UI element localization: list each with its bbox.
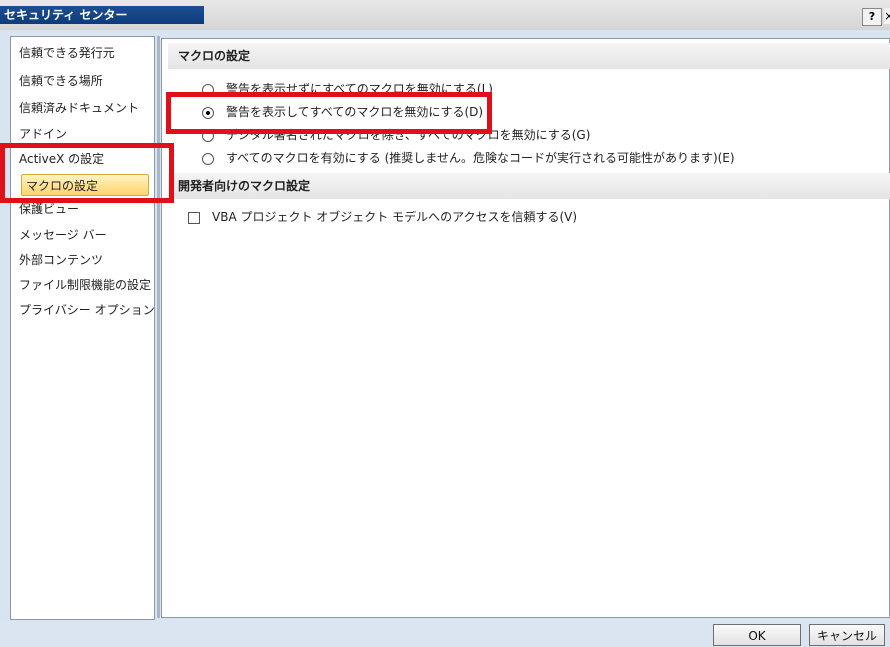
sidebar-item-file-block[interactable]: ファイル制限機能の設定	[19, 275, 152, 295]
sidebar-item-privacy-options[interactable]: プライバシー オプション	[19, 300, 155, 320]
radio-label: すべてのマクロを有効にする (推奨しません。危険なコードが実行される可能性があり…	[226, 151, 735, 165]
cancel-button[interactable]: キャンセル	[809, 624, 885, 646]
window-title: セキュリティ センター	[0, 6, 204, 24]
sidebar-item-trusted-locations[interactable]: 信頼できる場所	[19, 71, 152, 91]
sidebar-nav: 信頼できる発行元 信頼できる場所 信頼済みドキュメント アドイン ActiveX…	[10, 36, 155, 620]
radio-enable-all[interactable]: すべてのマクロを有効にする (推奨しません。危険なコードが実行される可能性があり…	[202, 149, 735, 167]
highlight-box-sidebar	[0, 143, 174, 203]
sidebar-item-message-bar[interactable]: メッセージ バー	[19, 225, 152, 245]
macro-settings-header: マクロの設定	[168, 43, 890, 69]
sidebar-item-addins[interactable]: アドイン	[19, 124, 152, 144]
highlight-box-option	[166, 92, 492, 134]
vba-trust-checkbox[interactable]	[188, 211, 200, 224]
sidebar-item-external-content[interactable]: 外部コンテンツ	[19, 250, 152, 270]
developer-settings-header: 開発者向けのマクロ設定	[168, 173, 890, 199]
help-button[interactable]: ?	[862, 8, 882, 26]
close-button[interactable]: ×	[884, 8, 890, 24]
pane-divider[interactable]	[157, 36, 160, 618]
vba-trust-label: VBA プロジェクト オブジェクト モデルへのアクセスを信頼する(V)	[212, 210, 578, 224]
ok-button[interactable]: OK	[713, 624, 801, 646]
vba-trust-option[interactable]: VBA プロジェクト オブジェクト モデルへのアクセスを信頼する(V)	[188, 208, 577, 226]
radio-button[interactable]	[202, 152, 214, 165]
sidebar-item-trusted-documents[interactable]: 信頼済みドキュメント	[19, 98, 152, 118]
dialog-footer: OK キャンセル	[0, 620, 890, 647]
title-bar: セキュリティ センター ? ×	[0, 0, 890, 30]
sidebar-item-trusted-publishers[interactable]: 信頼できる発行元	[19, 43, 152, 63]
